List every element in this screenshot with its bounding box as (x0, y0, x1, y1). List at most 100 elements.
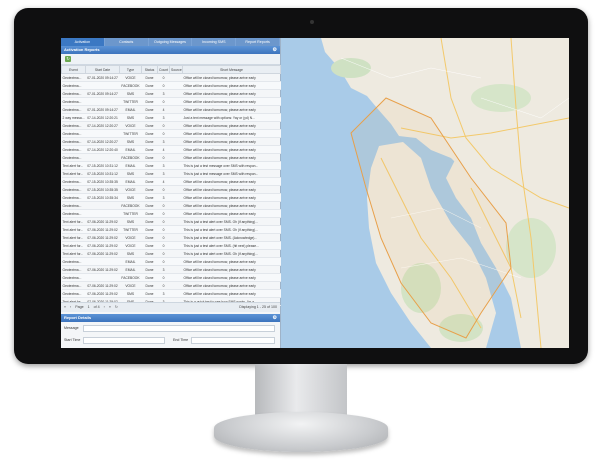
table-row[interactable]: Geotextma... FACEBOOK Done 0 Office will be … (61, 81, 281, 90)
table-row[interactable]: Geotextma... 07-15-2020 10:35:35 EMAIL Done… (61, 177, 281, 186)
table-row[interactable]: Geotextma... FACEBOOK Done 0 Office will be … (61, 273, 281, 282)
table-cell (169, 121, 183, 130)
gear-icon[interactable]: ⚙ (270, 314, 277, 322)
table-cell: Geotextma... (61, 209, 86, 218)
table-cell: Done (141, 241, 158, 250)
table-cell: Done (141, 273, 158, 282)
message-field[interactable] (83, 325, 275, 332)
last-page-icon[interactable]: » (109, 305, 111, 309)
start-time-field[interactable] (83, 337, 165, 344)
table-cell: Done (141, 137, 158, 146)
table-cell: 0 (157, 185, 170, 194)
table-row[interactable]: Geotextma... 07-15-2020 10:35:34 SMS Done 3 O… (61, 193, 281, 202)
start-time-label: Start Time (64, 338, 81, 342)
table-row[interactable]: Text alert for... 07-06-2020 11:29:02 TWIT… (61, 225, 281, 234)
table-cell (169, 249, 183, 258)
table-cell: Done (141, 73, 158, 82)
table-cell: Done (141, 105, 158, 114)
table-row[interactable]: Text alert for... 07-06-2020 11:29:02 VOIC… (61, 241, 281, 250)
column-header[interactable]: Type (119, 65, 142, 74)
table-cell: 07-06-2020 11:29:02 (85, 225, 120, 234)
table-cell: Office will be closed tomorrow, please a… (182, 89, 281, 98)
end-time-field[interactable] (191, 337, 275, 344)
table-row[interactable]: Geotextma... 07-14-2020 12:20:40 EMAIL Done… (61, 145, 281, 154)
table-row[interactable]: Geotextma... TWITTER Done 0 Office will be c… (61, 209, 281, 218)
table-cell (169, 169, 183, 178)
table-cell: Geotextma... (61, 177, 86, 186)
table-row[interactable]: Text alert for... 07-15-2020 10:31:12 EMAI… (61, 161, 281, 170)
tab-outgoing-messages[interactable]: Outgoing Messages (148, 38, 193, 46)
table-cell (169, 257, 183, 266)
table-row[interactable]: Geotextma... 07-15-2020 10:35:35 VOICE Done… (61, 185, 281, 194)
table-row[interactable]: Geotextma... 07-01-2020 09:14:27 SMS Done 3 O… (61, 89, 281, 98)
table-row[interactable]: Geotextma... 07-01-2020 09:14:27 VOICE Done… (61, 73, 281, 82)
table-cell (169, 217, 183, 226)
table-cell: Done (141, 169, 158, 178)
tab-contacts[interactable]: Contacts (104, 38, 149, 46)
table-cell (169, 153, 183, 162)
tab-activation[interactable]: Activation (61, 38, 105, 46)
column-header[interactable]: Event (61, 65, 86, 74)
gear-icon[interactable]: ⚙ (273, 46, 277, 54)
table-cell (85, 153, 120, 162)
next-page-icon[interactable]: › (104, 305, 105, 309)
table-cell: Geotextma... (61, 201, 86, 210)
table-row[interactable]: Geotextma... 07-14-2020 12:20:27 SMS Done 3 O… (61, 137, 281, 146)
refresh-icon[interactable]: ↻ (65, 56, 71, 62)
table-cell: Just a text message with options: Yay or… (182, 113, 281, 122)
table-cell: Geotextma... (61, 129, 86, 138)
prev-page-icon[interactable]: ‹ (70, 305, 71, 309)
table-row[interactable]: Geotextma... FACEBOOK Done 0 Office will be … (61, 153, 281, 162)
column-header[interactable]: Short Message (182, 65, 281, 74)
table-cell: Geotextma... (61, 153, 86, 162)
table-row[interactable]: Geotextma... 07-06-2020 11:29:02 SMS Done 3 O… (61, 289, 281, 298)
column-header[interactable]: Source (169, 65, 183, 74)
table-cell: SMS (119, 169, 142, 178)
first-page-icon[interactable]: « (64, 305, 66, 309)
column-header[interactable]: Start Date (85, 65, 120, 74)
table-cell: Done (141, 257, 158, 266)
tab-incoming-sms[interactable]: Incoming SMS (192, 38, 237, 46)
table-cell: FACEBOOK (119, 153, 142, 162)
table-cell: Geotextma... (61, 257, 86, 266)
table-cell: 07-01-2020 09:14:27 (85, 73, 120, 82)
table-row[interactable]: Geotextma... TWITTER Done 0 Office will be c… (61, 97, 281, 106)
message-label: Message (64, 326, 79, 330)
reload-icon[interactable]: ↻ (115, 305, 118, 309)
table-row[interactable]: 2 way messa... 07-14-2020 12:20:21 SMS Done… (61, 113, 281, 122)
table-cell: Office will be closed tomorrow, please a… (182, 121, 281, 130)
map-view[interactable] (281, 38, 569, 348)
table-cell: 3 (157, 113, 170, 122)
table-cell (169, 273, 183, 282)
table-cell (169, 201, 183, 210)
table-row[interactable]: Geotextma... FACEBOOK Done 0 Office will be … (61, 201, 281, 210)
table-row[interactable]: Text alert for...07-06-2020 11:29:02SMSD… (61, 249, 281, 258)
table-cell: Office will be closed tomorrow, please a… (182, 273, 281, 282)
table-row[interactable]: Text alert for...07-06-2020 11:29:02SMSD… (61, 217, 281, 226)
column-header[interactable]: Status (141, 65, 158, 74)
table-cell: VOICE (119, 233, 142, 242)
table-cell: Office will be closed tomorrow, please a… (182, 97, 281, 106)
table-cell (169, 145, 183, 154)
table-cell: 07-14-2020 12:20:27 (85, 121, 120, 130)
table-cell: Office will be closed tomorrow, please a… (182, 201, 281, 210)
table-cell: Geotextma... (61, 281, 86, 290)
table-row[interactable]: Geotextma... TWITTER Done 0 Office will be c… (61, 129, 281, 138)
table-cell: Geotextma... (61, 145, 86, 154)
page-input[interactable]: 1 (88, 305, 90, 309)
table-row[interactable]: Geotextma... 07-06-2020 11:29:02 VOICE Done… (61, 281, 281, 290)
table-row[interactable]: Text alert for... 07-15-2020 10:31:12 SMS D… (61, 169, 281, 178)
panel-title: Activation Reports (64, 47, 100, 52)
display-count: Displaying 1 - 25 of 100 (239, 305, 277, 309)
column-header[interactable]: Count (157, 65, 170, 74)
table-row[interactable]: Geotextma... 07-14-2020 12:20:27 VOICE Done… (61, 121, 281, 130)
table-row[interactable]: Geotextma... 07-06-2020 11:29:02 EMAIL Done… (61, 265, 281, 274)
table-cell: SMS (119, 249, 142, 258)
table-cell: 07-14-2020 12:20:21 (85, 113, 120, 122)
table-cell: Geotextma... (61, 289, 86, 298)
table-cell: 0 (157, 273, 170, 282)
table-row[interactable]: Text alert for... 07-06-2020 11:29:02 VOIC… (61, 233, 281, 242)
tab-report-reports[interactable]: Report Reports (236, 38, 280, 46)
table-row[interactable]: Geotextma... 07-01-2020 09:14:27 EMAIL Done… (61, 105, 281, 114)
table-row[interactable]: Geotextma... EMAIL Done 0 Office will be clo… (61, 257, 281, 266)
